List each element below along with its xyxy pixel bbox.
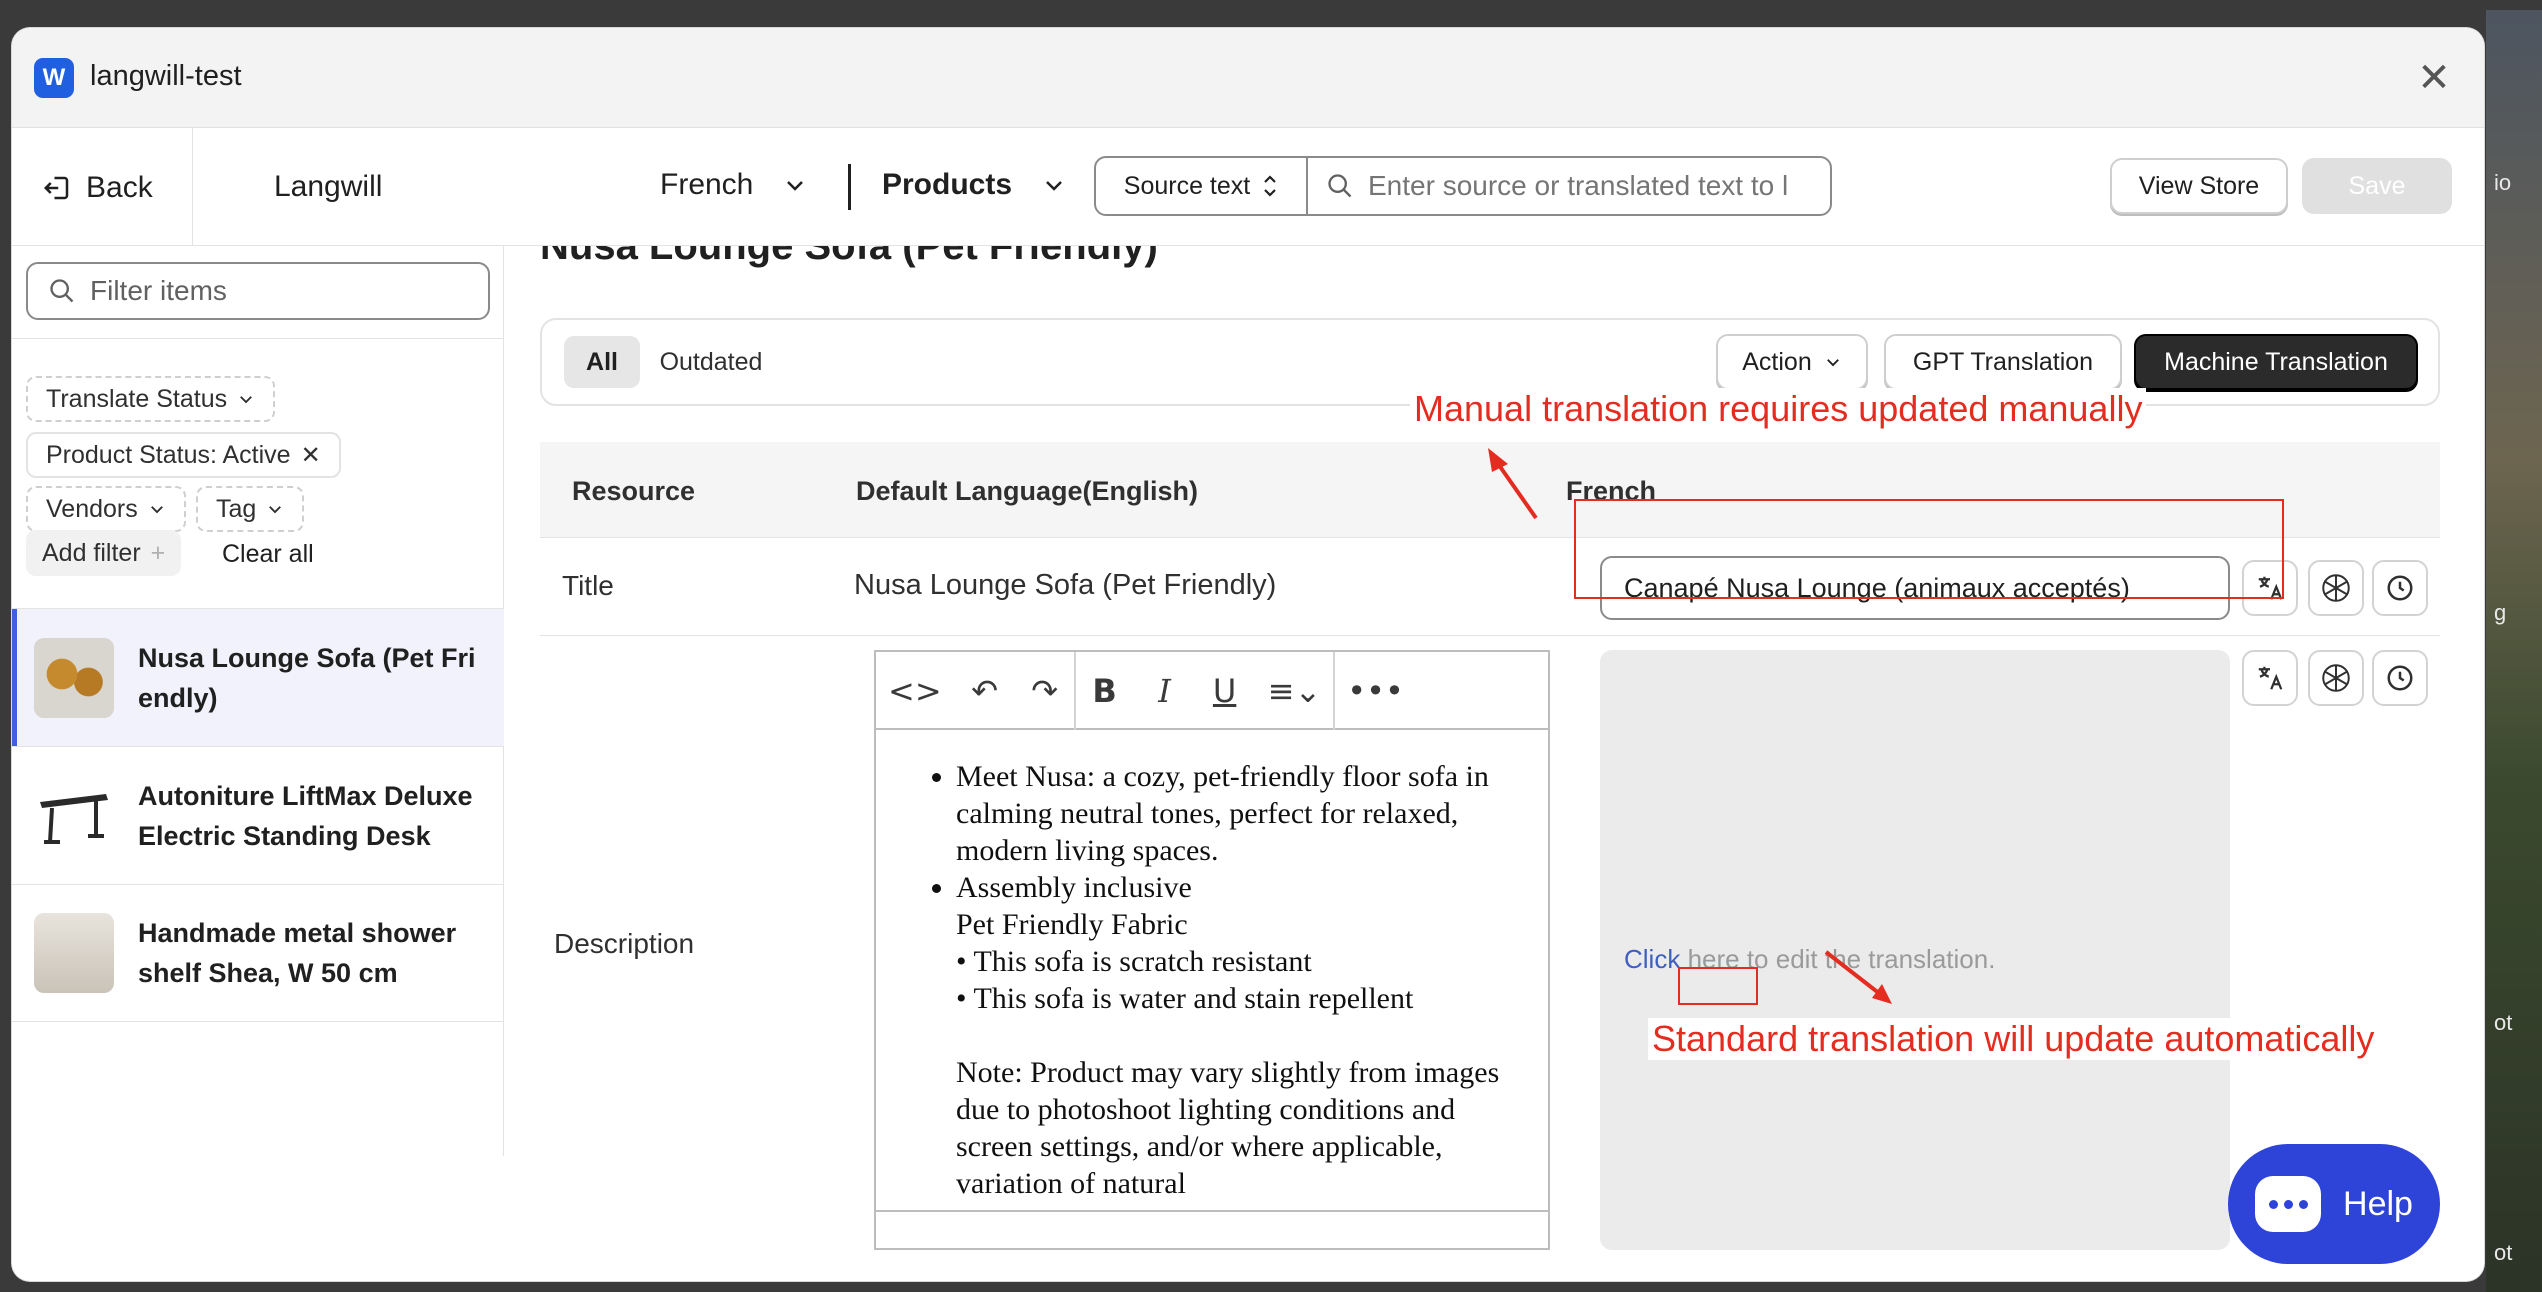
help-label: Help <box>2343 1184 2413 1223</box>
help-button[interactable]: Help <box>2228 1144 2440 1264</box>
annotation-arrowhead <box>1872 984 1892 1004</box>
chat-icon <box>2255 1176 2322 1232</box>
annotation-arrow <box>1824 950 1882 996</box>
annotation-arrowhead <box>1488 448 1508 472</box>
annotation-arrows <box>1488 448 1892 1004</box>
